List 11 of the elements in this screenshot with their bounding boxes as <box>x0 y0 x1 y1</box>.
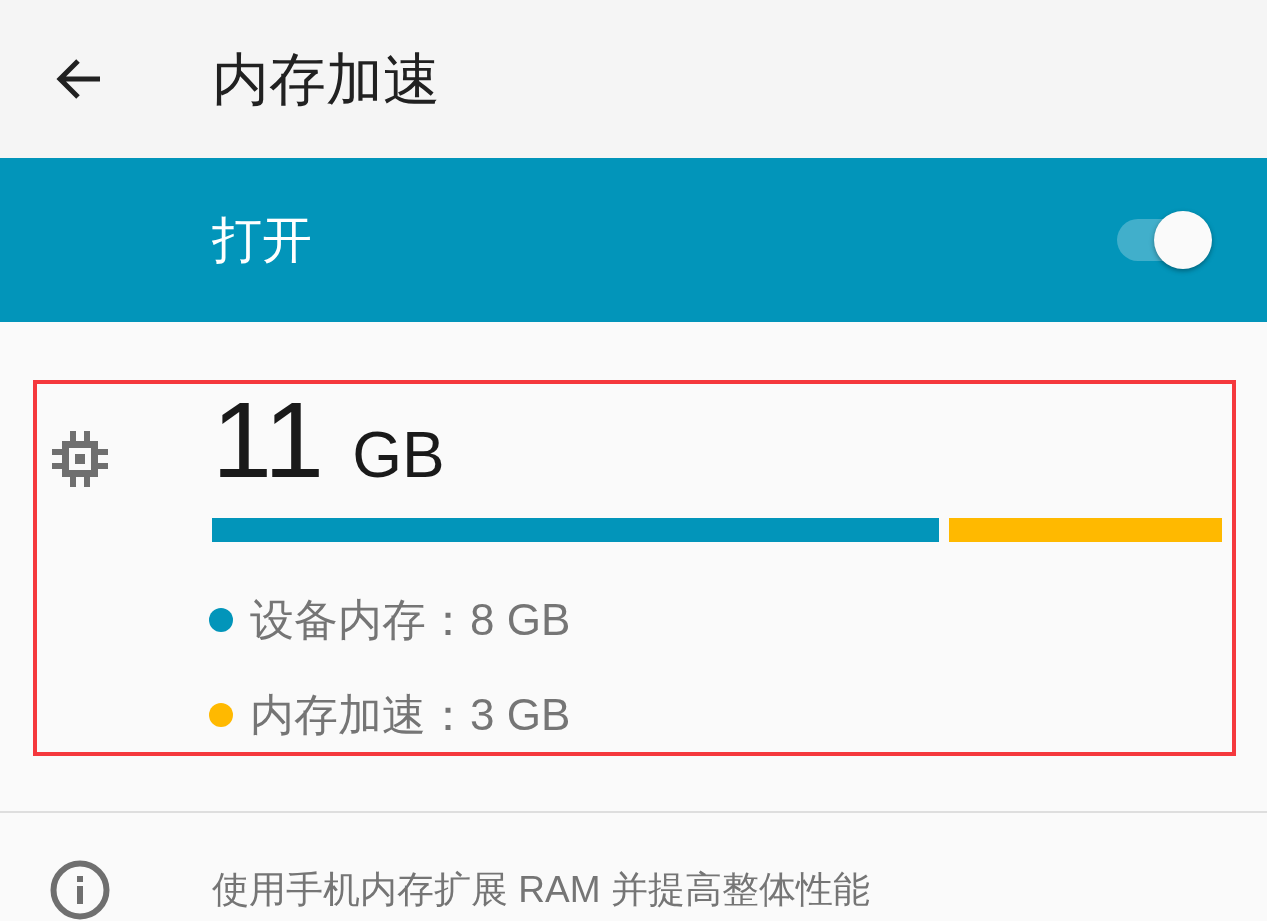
memory-total: 11 <box>212 386 325 494</box>
legend-label: 设备内存：8 GB <box>250 593 571 646</box>
switch-label: 打开 <box>212 211 312 270</box>
legend-label: 内存加速：3 GB <box>250 688 571 741</box>
page-title: 内存加速 <box>212 45 440 113</box>
info-icon <box>50 860 110 920</box>
back-arrow-icon <box>56 58 102 100</box>
toggle-switch[interactable] <box>1117 211 1212 269</box>
info-text: 使用手机内存扩展 RAM 并提高整体性能 <box>212 867 870 912</box>
chip-icon <box>50 429 110 489</box>
memory-unit: GB <box>352 418 445 492</box>
